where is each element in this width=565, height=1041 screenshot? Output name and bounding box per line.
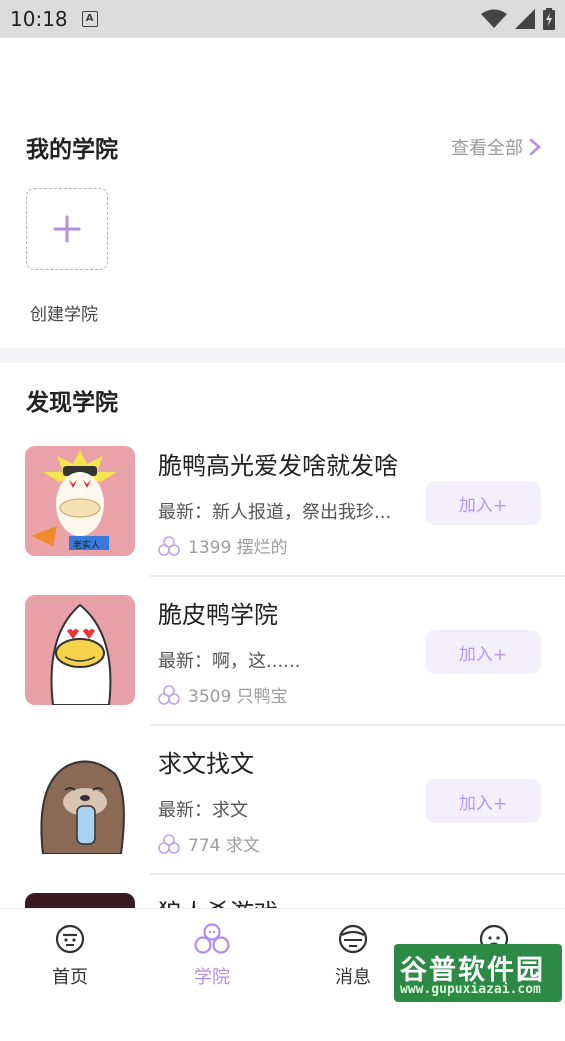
row-divider [150, 873, 565, 875]
view-all-label: 查看全部 [451, 138, 523, 159]
academy-latest: 最新：新人报道，祭出我珍... [158, 502, 392, 523]
message-face-icon [338, 924, 368, 954]
join-button[interactable]: 加入+ [425, 481, 541, 525]
nav-academy-label: 学院 [194, 967, 230, 988]
academy-avatar: 老实人 [25, 446, 135, 556]
nav-home-label: 首页 [52, 967, 88, 988]
academy-icon [194, 923, 230, 954]
academy-members-count: 3509 只鸭宝 [188, 687, 288, 707]
nav-home[interactable]: 首页 [25, 923, 115, 989]
signal-icon [515, 9, 535, 29]
academy-members: 1399 摆烂的 [158, 533, 288, 558]
plus-icon [53, 215, 81, 243]
view-all-link[interactable]: 查看全部 [451, 134, 541, 160]
svg-text:老实人: 老实人 [73, 539, 100, 551]
academy-avatar [25, 595, 135, 705]
academy-avatar [25, 744, 135, 854]
academy-latest: 最新：啊，这...... [158, 651, 301, 672]
wifi-icon [481, 9, 507, 28]
academy-members: 3509 只鸭宝 [158, 682, 288, 707]
academy-name: 脆鸭高光爱发啥就发啥 [158, 452, 398, 480]
academy-row[interactable]: 老实人 脆鸭高光爱发啥就发啥 最新：新人报道，祭出我珍... 1399 摆烂的 … [0, 446, 565, 594]
join-button[interactable]: 加入+ [425, 779, 541, 823]
section-divider [0, 348, 565, 363]
row-divider [150, 724, 565, 726]
academy-latest: 最新：求文 [158, 800, 248, 821]
members-icon [158, 684, 180, 705]
academy-name: 脆皮鸭学院 [158, 601, 278, 629]
notification-icon: A [81, 11, 98, 27]
home-face-icon [55, 924, 85, 954]
watermark-logo: 谷普软件园 www.gupuxiazai.com [394, 944, 562, 1002]
watermark-sub: www.gupuxiazai.com [400, 982, 541, 997]
nav-message[interactable]: 消息 [308, 923, 398, 989]
academy-row[interactable]: 求文找文 最新：求文 774 求文 加入+ [0, 744, 565, 892]
academy-members-count: 1399 摆烂的 [188, 538, 288, 558]
status-time: 10:18 [10, 7, 68, 31]
academy-name: 求文找文 [158, 750, 254, 778]
nav-academy[interactable]: 学院 [167, 923, 257, 989]
battery-icon [543, 8, 555, 30]
status-bar: 10:18 A [0, 0, 565, 38]
create-academy-label: 创建学院 [30, 305, 98, 325]
members-icon [158, 833, 180, 854]
my-academy-title: 我的学院 [26, 137, 118, 163]
academy-members: 774 求文 [158, 831, 260, 856]
status-icons [481, 8, 555, 30]
academy-row[interactable]: 脆皮鸭学院 最新：啊，这...... 3509 只鸭宝 加入+ [0, 595, 565, 743]
discover-title: 发现学院 [26, 390, 118, 416]
members-icon [158, 535, 180, 556]
row-divider [150, 575, 565, 577]
join-button[interactable]: 加入+ [425, 630, 541, 674]
nav-message-label: 消息 [335, 967, 371, 988]
academy-members-count: 774 求文 [188, 836, 260, 856]
create-academy-button[interactable] [26, 188, 108, 270]
chevron-right-icon [529, 138, 541, 156]
